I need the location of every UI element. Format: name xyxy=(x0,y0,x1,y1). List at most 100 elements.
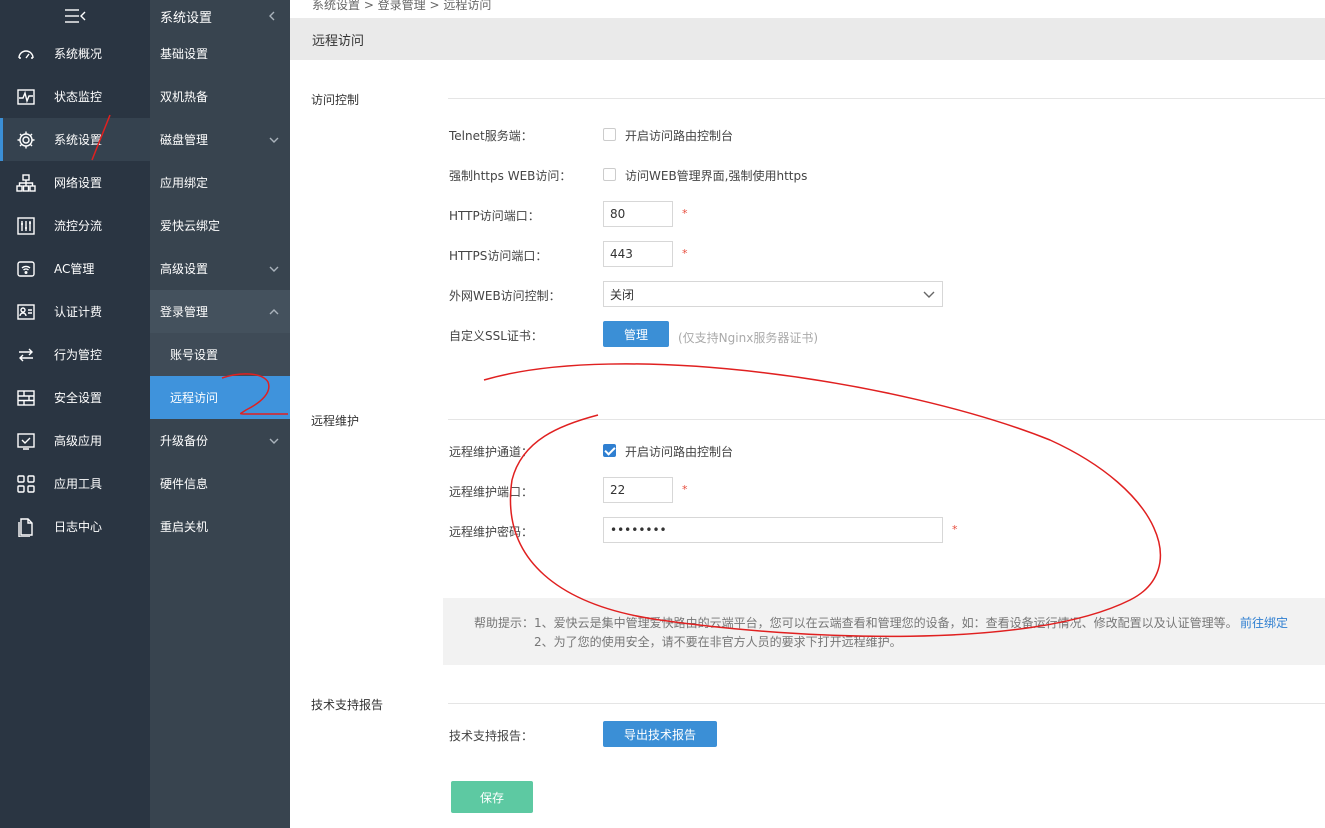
http-port-label: HTTP访问端口： xyxy=(449,209,540,223)
sidebar-item-flow-control[interactable]: 流控分流 xyxy=(0,204,150,247)
sliders-icon xyxy=(16,216,36,236)
sidebar-item-label: 系统概况 xyxy=(54,47,103,61)
subnav-item-label: 基础设置 xyxy=(160,47,209,61)
section-title-access: 访问控制 xyxy=(311,93,360,107)
subnav-item-label: 应用绑定 xyxy=(160,176,209,190)
sidebar-item-logs[interactable]: 日志中心 xyxy=(0,505,150,548)
sidebar-item-system-settings[interactable]: 系统设置 xyxy=(0,118,150,161)
chevron-down-icon xyxy=(268,435,280,447)
sidebar-item-network[interactable]: 网络设置 xyxy=(0,161,150,204)
force-https-label: 强制https WEB访问： xyxy=(449,169,572,183)
wifi-box-icon xyxy=(16,259,36,279)
http-port-input[interactable]: 80 xyxy=(603,201,673,227)
subnav-item-app-binding[interactable]: 应用绑定 xyxy=(150,161,290,204)
section-divider xyxy=(448,703,1325,704)
sidebar-item-monitor[interactable]: 状态监控 xyxy=(0,75,150,118)
save-button[interactable]: 保存 xyxy=(451,781,533,813)
sidebar-item-label: 安全设置 xyxy=(54,391,103,405)
sidebar-item-label: 系统设置 xyxy=(54,133,103,147)
pulse-monitor-icon xyxy=(16,87,36,107)
firewall-brick-icon xyxy=(16,388,36,408)
documents-icon xyxy=(16,517,36,537)
subnav-title: 系统设置 xyxy=(160,10,213,26)
section-title-remote: 远程维护 xyxy=(311,414,360,428)
breadcrumb: 系统设置 > 登录管理 > 远程访问 xyxy=(312,0,492,12)
remote-port-input[interactable]: 22 xyxy=(603,477,673,503)
ssl-cert-label: 自定义SSL证书： xyxy=(449,329,543,343)
sidebar-item-label: 应用工具 xyxy=(54,477,103,491)
sidebar-item-label: 网络设置 xyxy=(54,176,103,190)
subnav-item-label: 硬件信息 xyxy=(160,477,209,491)
export-report-button[interactable]: 导出技术报告 xyxy=(603,721,717,747)
subnav-item-label: 双机热备 xyxy=(160,90,209,104)
subnav-item-login-mgmt[interactable]: 登录管理 xyxy=(150,290,290,333)
chevron-down-icon xyxy=(923,291,935,298)
help-prefix: 帮助提示： xyxy=(474,616,535,630)
wan-web-access-value: 关闭 xyxy=(610,287,635,302)
subnav-header: 系统设置 xyxy=(150,0,290,32)
network-tree-icon xyxy=(16,173,36,193)
subnav-item-account[interactable]: 账号设置 xyxy=(150,333,290,376)
subnav-item-label: 磁盘管理 xyxy=(160,133,209,147)
main-content: 系统设置 > 登录管理 > 远程访问 远程访问 访问控制 Telnet服务端： … xyxy=(290,0,1325,828)
required-mark: * xyxy=(682,207,688,220)
subnav-item-cloud-binding[interactable]: 爱快云绑定 xyxy=(150,204,290,247)
section-divider xyxy=(448,419,1325,420)
wan-web-access-select[interactable]: 关闭 xyxy=(603,281,943,307)
help-box: 帮助提示： 1、爱快云是集中管理爱快路由的云端平台，您可以在云端查看和管理您的设… xyxy=(443,598,1325,665)
menu-toggle-button[interactable] xyxy=(0,0,150,32)
telnet-checkbox[interactable] xyxy=(603,128,616,141)
telnet-label: Telnet服务端： xyxy=(449,129,533,143)
subnav-item-label: 账号设置 xyxy=(170,348,219,362)
subnav-item-label: 远程访问 xyxy=(170,391,219,405)
ssl-note: (仅支持Nginx服务器证书) xyxy=(678,331,818,345)
sidebar-item-overview[interactable]: 系统概况 xyxy=(0,32,150,75)
chevron-left-icon[interactable] xyxy=(266,10,278,22)
subnav-item-label: 爱快云绑定 xyxy=(160,219,221,233)
section-divider xyxy=(448,98,1325,99)
chevron-up-icon xyxy=(268,306,280,318)
force-https-checkbox-label: 访问WEB管理界面,强制使用https xyxy=(625,169,808,183)
help-line-2: 2、为了您的使用安全，请不要在非官方人员的要求下打开远程维护。 xyxy=(534,635,902,649)
subnav-item-basic[interactable]: 基础设置 xyxy=(150,32,290,75)
gear-icon xyxy=(16,130,36,150)
main-sidebar: 系统概况 状态监控 系统设置 网络设置 流控分流 AC管理 认证计费 行为管控 … xyxy=(0,0,150,828)
subnav-item-advanced[interactable]: 高级设置 xyxy=(150,247,290,290)
sidebar-item-label: 日志中心 xyxy=(54,520,103,534)
subnav-item-reboot[interactable]: 重启关机 xyxy=(150,505,290,548)
subnav-item-hardware[interactable]: 硬件信息 xyxy=(150,462,290,505)
remote-port-label: 远程维护端口： xyxy=(449,485,534,499)
subnav-item-hot-standby[interactable]: 双机热备 xyxy=(150,75,290,118)
apps-grid-icon xyxy=(16,474,36,494)
sidebar-item-label: 高级应用 xyxy=(54,434,103,448)
https-port-label: HTTPS访问端口： xyxy=(449,249,548,263)
bind-cloud-link[interactable]: 前往绑定 xyxy=(1240,614,1288,631)
subnav-item-label: 重启关机 xyxy=(160,520,209,534)
sidebar-item-label: AC管理 xyxy=(54,262,95,276)
sidebar-item-security[interactable]: 安全设置 xyxy=(0,376,150,419)
sub-navigation: 系统设置 基础设置 双机热备 磁盘管理 应用绑定 爱快云绑定 高级设置 登录管理… xyxy=(150,0,290,828)
https-port-input[interactable]: 443 xyxy=(603,241,673,267)
subnav-item-disk[interactable]: 磁盘管理 xyxy=(150,118,290,161)
subnav-item-remote-access[interactable]: 远程访问 xyxy=(150,376,290,419)
subnav-item-label: 登录管理 xyxy=(160,305,209,319)
remote-channel-checkbox[interactable] xyxy=(603,444,616,457)
required-mark: * xyxy=(682,247,688,260)
wan-web-access-label: 外网WEB访问控制： xyxy=(449,289,561,303)
chevron-down-icon xyxy=(268,134,280,146)
sidebar-item-advanced-apps[interactable]: 高级应用 xyxy=(0,419,150,462)
force-https-checkbox[interactable] xyxy=(603,168,616,181)
sidebar-item-tools[interactable]: 应用工具 xyxy=(0,462,150,505)
subnav-item-upgrade-backup[interactable]: 升级备份 xyxy=(150,419,290,462)
sidebar-item-behavior[interactable]: 行为管控 xyxy=(0,333,150,376)
ssl-manage-button[interactable]: 管理 xyxy=(603,321,669,347)
sidebar-item-label: 状态监控 xyxy=(54,90,103,104)
remote-password-input[interactable]: •••••••• xyxy=(603,517,943,543)
chevron-down-icon xyxy=(268,263,280,275)
remote-channel-checkbox-label: 开启访问路由控制台 xyxy=(625,445,734,459)
swap-arrows-icon xyxy=(16,345,36,365)
id-card-icon xyxy=(16,302,36,322)
sidebar-item-ac[interactable]: AC管理 xyxy=(0,247,150,290)
sidebar-item-auth[interactable]: 认证计费 xyxy=(0,290,150,333)
sidebar-item-label: 行为管控 xyxy=(54,348,103,362)
